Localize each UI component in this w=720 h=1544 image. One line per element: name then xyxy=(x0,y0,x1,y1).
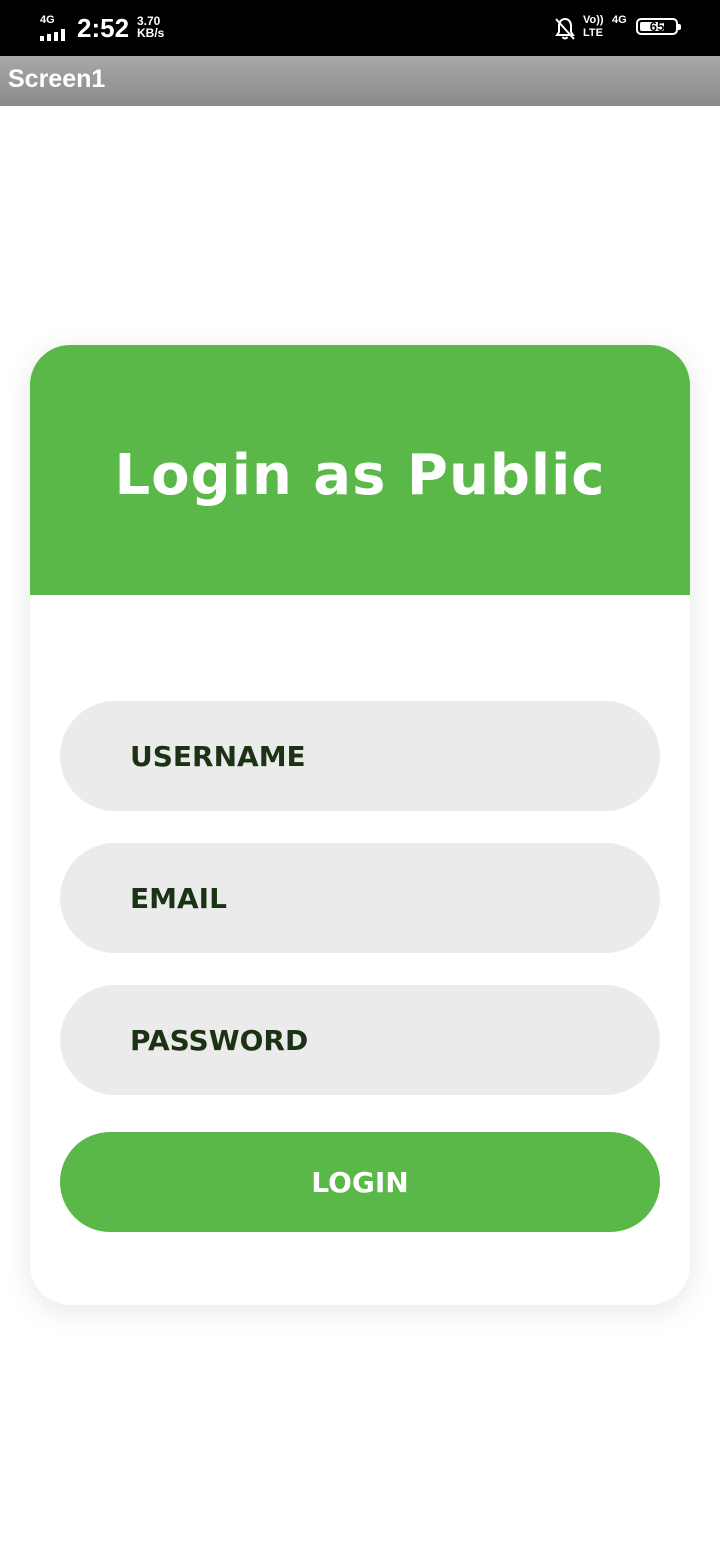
app-title-bar: Screen1 xyxy=(0,56,720,106)
login-card: Login as Public LOGIN xyxy=(30,345,690,1305)
bell-muted-icon xyxy=(555,17,575,40)
login-button[interactable]: LOGIN xyxy=(60,1132,660,1232)
network-type-label: 4G xyxy=(40,14,55,26)
signal-strength-icon xyxy=(40,29,70,41)
volte-label: Vo)) xyxy=(583,14,604,26)
volte-indicator: Vo)) LTE xyxy=(583,14,604,40)
app-title: Screen1 xyxy=(8,65,106,93)
status-bar: 4G 2:52 3.70 KB/s Vo)) LTE 4G 65 xyxy=(0,0,720,56)
status-clock: 2:52 xyxy=(77,13,130,43)
password-input[interactable] xyxy=(60,985,660,1095)
battery-icon: 65 xyxy=(636,18,681,35)
lte-label: LTE xyxy=(583,27,603,39)
username-input[interactable] xyxy=(60,701,660,811)
email-input[interactable] xyxy=(60,843,660,953)
network-speed: 3.70 KB/s xyxy=(137,15,164,39)
login-card-header: Login as Public xyxy=(30,345,690,595)
battery-cap xyxy=(678,24,681,30)
network-speed-unit: KB/s xyxy=(137,26,165,40)
battery-level: 65 xyxy=(649,19,665,34)
login-heading: Login as Public xyxy=(114,443,606,508)
data-type-label: 4G xyxy=(612,14,627,26)
